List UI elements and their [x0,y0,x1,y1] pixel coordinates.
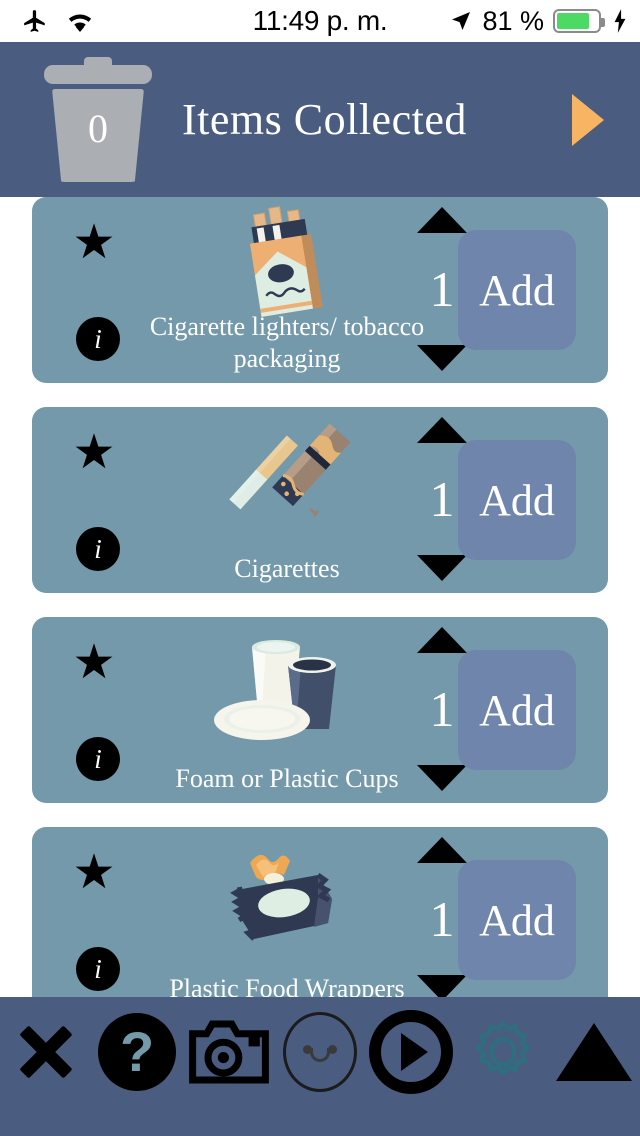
battery-icon [553,9,605,33]
triangle-down-icon[interactable] [417,555,467,581]
status-bar-right: 81 % [449,6,630,37]
trash-can-icon: 0 [44,57,152,182]
info-icon[interactable]: i [76,527,120,571]
help-question-icon: ? [98,1013,177,1091]
cigarette-pack-icon [192,205,372,325]
app-header: 0 Items Collected [0,42,640,197]
triangle-up-icon[interactable] [417,417,467,443]
scroll-up-button[interactable] [549,1009,640,1095]
quantity-value: 1 [429,471,455,527]
triangle-up-icon[interactable] [417,837,467,863]
triangle-up-icon [556,1023,633,1081]
camera-icon [188,1020,269,1084]
triangle-up-icon[interactable] [417,627,467,653]
list-item-label: Cigarette lighters/ tobacco packaging [149,312,425,373]
info-icon[interactable]: i [76,317,120,361]
mood-button[interactable] [274,1009,365,1095]
quantity-value: 1 [429,891,455,947]
foam-cups-icon [192,625,372,745]
app-root: 11:49 p. m. 81 % 0 Items Collected ★ i C… [0,0,640,1136]
add-button[interactable]: Add [458,440,576,560]
star-icon[interactable]: ★ [72,639,116,687]
list-item[interactable]: ★ i [32,407,608,593]
list-item-label: Foam or Plastic Cups [175,764,399,793]
triangle-down-icon[interactable] [417,975,467,997]
help-button[interactable]: ? [91,1009,182,1095]
list-item[interactable]: ★ i Plastic Food Wrappers 1 Add [32,827,608,997]
camera-button[interactable] [183,1009,274,1095]
next-arrow-button[interactable] [572,93,604,146]
page-title: Items Collected [182,95,467,144]
triangle-up-icon[interactable] [417,207,467,233]
collected-count: 0 [88,106,108,151]
list-item[interactable]: ★ i Foam or Plastic Cups 1 Add [32,617,608,803]
star-icon[interactable]: ★ [72,429,116,477]
gear-icon [474,1020,531,1077]
battery-percent-label: 81 % [482,5,544,36]
star-icon[interactable]: ★ [72,849,116,897]
play-circle-icon [369,1010,454,1094]
smiley-face-icon [282,1012,357,1092]
add-button[interactable]: Add [458,230,576,350]
list-item[interactable]: ★ i [32,197,608,383]
quantity-value: 1 [429,261,455,317]
star-icon[interactable]: ★ [72,219,116,267]
location-arrow-icon [452,12,471,30]
triangle-down-icon[interactable] [417,765,467,791]
info-icon[interactable]: i [76,737,120,781]
play-button[interactable] [366,1009,457,1095]
list-item-label: Plastic Food Wrappers [169,974,405,997]
close-x-icon [18,1024,74,1080]
add-button[interactable]: Add [458,650,576,770]
triangle-down-icon[interactable] [417,345,467,371]
settings-button[interactable] [457,1009,548,1095]
list-item-label: Cigarettes [234,554,340,583]
charging-bolt-icon [614,9,626,33]
status-bar: 11:49 p. m. 81 % [0,0,640,42]
bottom-toolbar: ? [0,997,640,1136]
quantity-value: 1 [429,681,455,737]
food-wrapper-icon [192,835,372,955]
info-icon[interactable]: i [76,947,120,991]
add-button[interactable]: Add [458,860,576,980]
item-list[interactable]: ★ i Cigarette lighters/ tobacco packagin… [0,197,640,997]
close-button[interactable] [0,1009,91,1095]
cigarette-cigar-icon [192,415,372,535]
